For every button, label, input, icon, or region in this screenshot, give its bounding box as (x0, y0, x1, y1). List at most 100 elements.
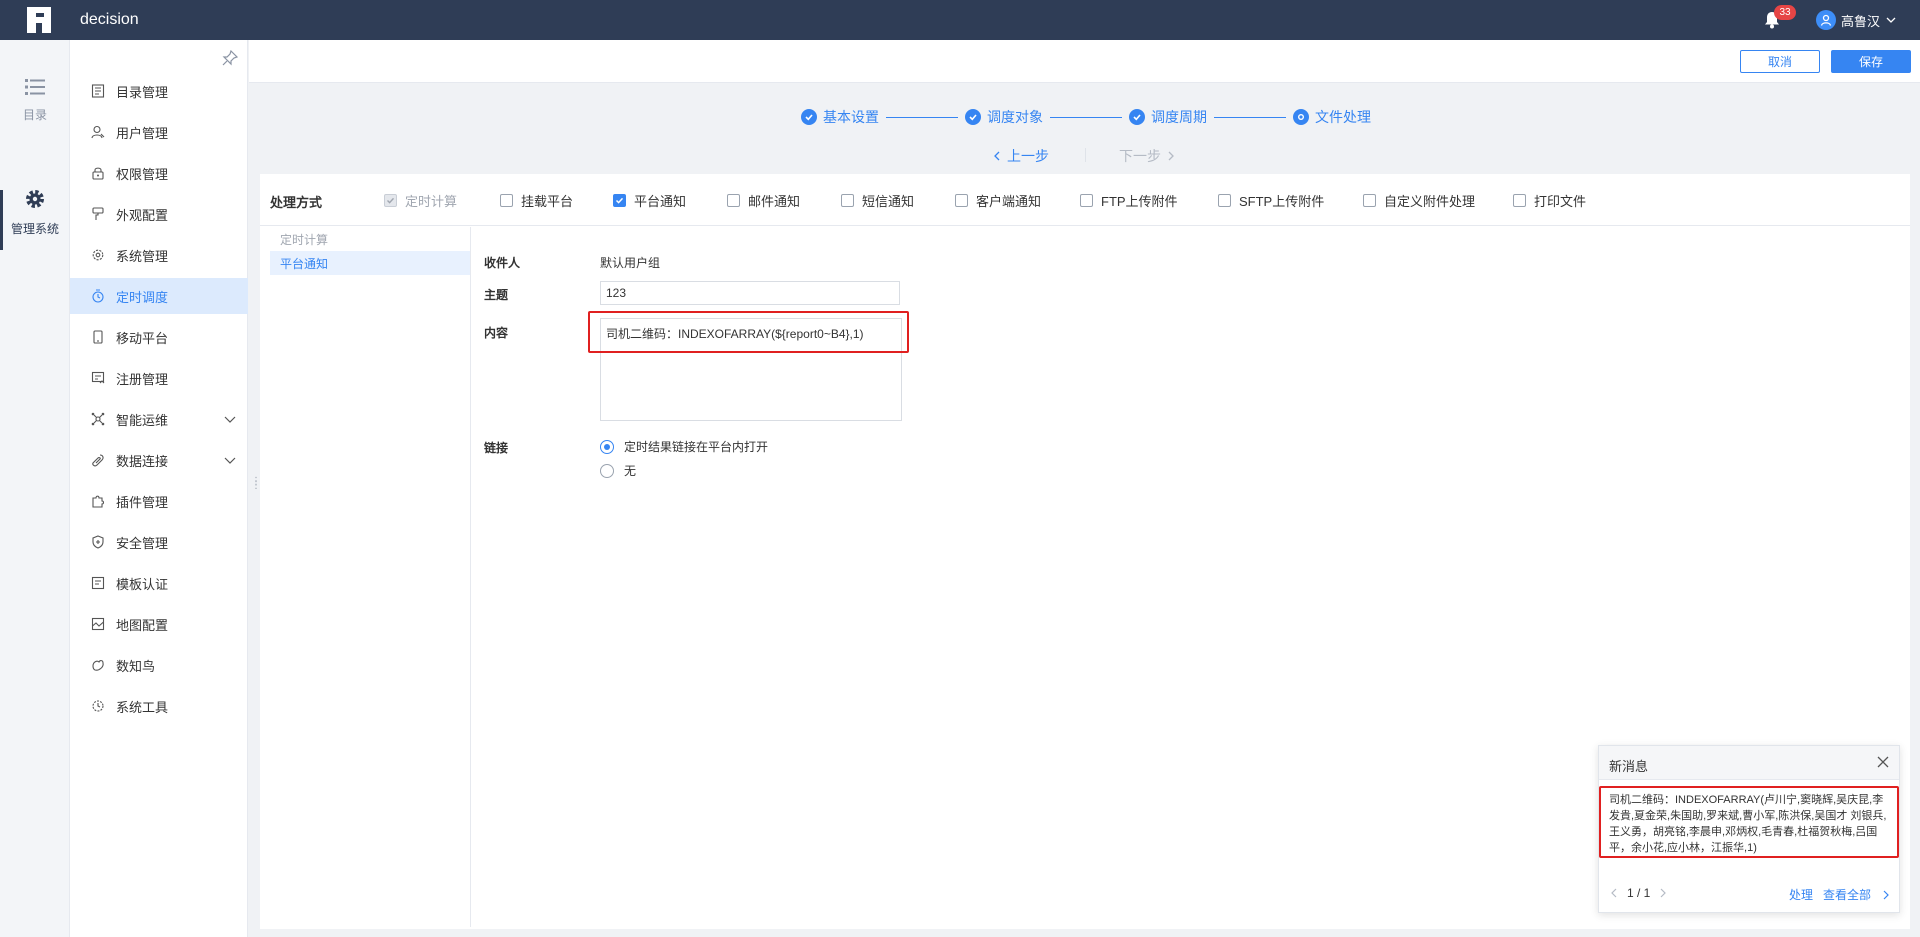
methods-title: 处理方式 (270, 195, 323, 210)
sidebar-item-tools[interactable]: 系统工具 (70, 688, 248, 724)
subnav-item-platform-notice[interactable]: 平台通知 (270, 251, 470, 275)
notification-header: 新消息 (1599, 746, 1899, 780)
step-label: 调度对象 (987, 109, 1043, 125)
checkbox-label: 邮件通知 (748, 194, 801, 209)
chevron-down-icon (224, 416, 236, 423)
sidebar-item-label: 定时调度 (116, 289, 169, 305)
checkbox-box (613, 194, 626, 207)
sidebar-item-permissions[interactable]: 权限管理 (70, 155, 248, 191)
checkbox-platform-notice[interactable]: 平台通知 (613, 191, 686, 210)
sidebar-item-label: 系统工具 (116, 699, 169, 715)
sidebar-item-ops[interactable]: 智能运维 (70, 401, 248, 437)
chevron-right-icon (1168, 151, 1174, 161)
view-all-link[interactable]: 查看全部 (1823, 886, 1871, 903)
checkbox-client-notice[interactable]: 客户端通知 (955, 191, 1041, 210)
checkbox-sftp-upload[interactable]: SFTP上传附件 (1218, 191, 1324, 210)
notification-title: 新消息 (1609, 759, 1649, 774)
step-connector (1214, 116, 1286, 118)
avatar-icon (1816, 10, 1836, 30)
radio-none[interactable]: 无 (600, 462, 636, 479)
step-schedule-period[interactable]: 调度周期 (1129, 107, 1207, 127)
sidebar-item-catalog[interactable]: 目录管理 (70, 73, 248, 109)
step-basic-settings[interactable]: 基本设置 (801, 107, 879, 127)
sidebar-item-label: 系统管理 (116, 248, 169, 264)
handle-link[interactable]: 处理 (1789, 886, 1813, 903)
method-subnav: 定时计算 平台通知 (260, 227, 471, 927)
sidebar-item-label: 外观配置 (116, 207, 169, 223)
next-step-button[interactable]: 下一步 (1119, 146, 1177, 166)
checkbox-label: FTP上传附件 (1101, 194, 1178, 209)
sidebar-item-map[interactable]: 地图配置 (70, 606, 248, 642)
rail-item-catalog[interactable]: 目录 (0, 78, 70, 123)
chevron-right-icon[interactable] (1658, 888, 1668, 898)
sidebar-item-label: 数据连接 (116, 453, 169, 469)
sidebar-item-label: 地图配置 (116, 617, 169, 633)
app-logo-icon[interactable] (25, 7, 53, 33)
subject-input[interactable]: 123 (600, 281, 900, 305)
left-rail: 目录 管理系统 (0, 40, 70, 937)
save-button[interactable]: 保存 (1831, 50, 1911, 73)
mobile-icon (90, 329, 106, 345)
current-step-icon (1293, 109, 1309, 125)
sidebar-item-security[interactable]: 安全管理 (70, 524, 248, 560)
chevron-left-icon[interactable] (1609, 888, 1619, 898)
step-label: 基本设置 (823, 109, 879, 125)
checkbox-mount-platform[interactable]: 挂载平台 (500, 191, 573, 210)
sidebar-item-plugins[interactable]: 插件管理 (70, 483, 248, 519)
close-icon[interactable] (1877, 756, 1889, 768)
rail-item-management[interactable]: 管理系统 (0, 188, 70, 237)
cancel-button[interactable]: 取消 (1740, 50, 1820, 73)
recipient-value[interactable]: 默认用户组 (600, 254, 660, 271)
user-icon (90, 124, 106, 140)
radio-open-in-platform[interactable]: 定时结果链接在平台内打开 (600, 438, 768, 455)
checkbox-sms-notice[interactable]: 短信通知 (841, 191, 914, 210)
step-file-processing[interactable]: 文件处理 (1293, 107, 1371, 127)
sidebar-item-label: 智能运维 (116, 412, 169, 428)
content-text: 司机二维码：INDEXOFARRAY(${report0~B4},1) (606, 327, 864, 341)
sidebar-item-data-connection[interactable]: 数据连接 (70, 442, 248, 478)
radio-label: 无 (624, 464, 637, 478)
puzzle-icon (90, 493, 106, 509)
template-icon (90, 575, 106, 591)
user-name: 高鲁汉 (1841, 13, 1881, 29)
sidebar-item-users[interactable]: 用户管理 (70, 114, 248, 150)
checkbox-box (955, 194, 968, 207)
sidebar-item-label: 移动平台 (116, 330, 169, 346)
checkbox-print-file[interactable]: 打印文件 (1513, 191, 1586, 210)
gear-icon (90, 247, 106, 263)
checkbox-custom-attachment[interactable]: 自定义附件处理 (1363, 191, 1475, 210)
user-menu[interactable]: 高鲁汉 (1816, 9, 1897, 31)
network-icon (90, 411, 106, 427)
timer-icon (90, 288, 106, 304)
brush-icon (90, 206, 106, 222)
sidebar-item-template-auth[interactable]: 模板认证 (70, 565, 248, 601)
tools-icon (90, 698, 106, 714)
subject-label: 主题 (484, 288, 509, 302)
sidebar-item-bird[interactable]: 数知鸟 (70, 647, 248, 683)
checkbox-scheduled-calc[interactable]: 定时计算 (384, 191, 457, 210)
step-label: 调度周期 (1151, 109, 1207, 125)
prev-step-button[interactable]: 上一步 (991, 146, 1049, 166)
checkbox-ftp-upload[interactable]: FTP上传附件 (1080, 191, 1178, 210)
checkbox-label: 打印文件 (1534, 194, 1587, 209)
sidebar-item-label: 数知鸟 (116, 658, 156, 674)
sidebar-item-mobile[interactable]: 移动平台 (70, 319, 248, 355)
content-textarea[interactable]: 司机二维码：INDEXOFARRAY(${report0~B4},1) (600, 318, 902, 421)
recipient-label: 收件人 (484, 256, 521, 270)
resize-handle-icon[interactable]: ⋮ ⋮ (251, 477, 261, 496)
sidebar-item-register[interactable]: 注册管理 (70, 360, 248, 396)
checkbox-box (841, 194, 854, 207)
sidebar-item-system[interactable]: 系统管理 (70, 237, 248, 273)
pin-icon[interactable] (222, 50, 238, 66)
top-bar: decision 33 高鲁汉 (0, 0, 1920, 40)
checkbox-email-notice[interactable]: 邮件通知 (727, 191, 800, 210)
link-icon (90, 452, 106, 468)
sidebar-item-label: 模板认证 (116, 576, 169, 592)
sidebar-item-scheduling[interactable]: 定时调度 (70, 278, 248, 314)
sidebar-item-appearance[interactable]: 外观配置 (70, 196, 248, 232)
chevron-down-icon (224, 457, 236, 464)
checkbox-label: SFTP上传附件 (1239, 194, 1325, 209)
sidebar-item-label: 注册管理 (116, 371, 169, 387)
subnav-item-scheduled-calc[interactable]: 定时计算 (270, 227, 470, 251)
step-schedule-target[interactable]: 调度对象 (965, 107, 1043, 127)
